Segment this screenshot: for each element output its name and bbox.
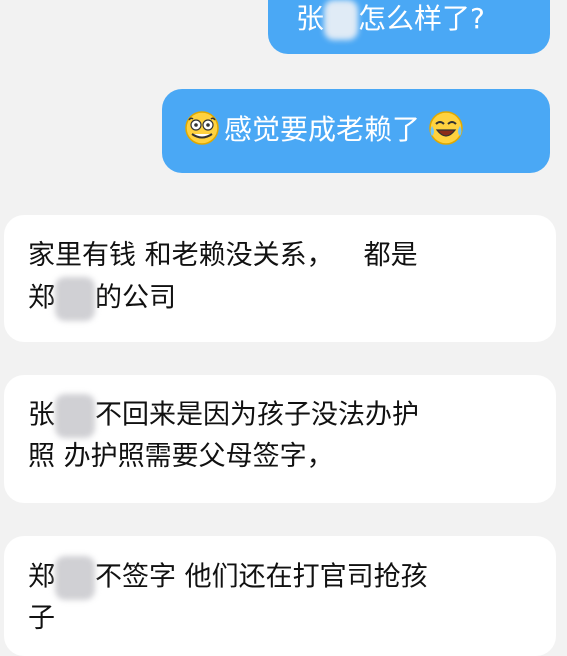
message-text: 郑 [28, 282, 55, 314]
message-text: 张 [28, 399, 55, 431]
message-line: 子 [28, 603, 55, 634]
message-text: 的公司 [95, 282, 176, 314]
message-text: 都是 [363, 240, 418, 271]
message-line: 照 办护照需要父母签字， [28, 441, 334, 472]
message-line: 家里有钱 和老赖没关系， 都是 [28, 235, 556, 277]
outgoing-message-bubble[interactable]: 张怎么样了? [268, 0, 550, 54]
message-line: 张 不回来是因为孩子没法办护 [28, 394, 556, 438]
message-text: 家里有钱 和老赖没关系， [28, 240, 334, 271]
redaction-blur [55, 394, 95, 438]
incoming-message-bubble[interactable]: 张 不回来是因为孩子没法办护 照 办护照需要父母签字， [4, 375, 556, 503]
message-line: 郑 不签字 他们还在打官司抢孩 [28, 556, 556, 600]
squinting-face-emoji-icon [185, 111, 219, 145]
message-text: 张 [296, 2, 325, 35]
incoming-message-bubble[interactable]: 郑 不签字 他们还在打官司抢孩 子 [4, 536, 556, 656]
crying-laughing-emoji-icon [429, 111, 463, 145]
message-text: 郑 [28, 561, 55, 593]
message-line: 感觉要成老赖了 [184, 109, 550, 151]
message-line: 郑 的公司 [28, 277, 556, 321]
message-text: 不回来是因为孩子没法办护 [95, 399, 419, 431]
outgoing-message-bubble[interactable]: 感觉要成老赖了 [162, 89, 550, 173]
chat-area: 张怎么样了? 感觉要成老赖了 家里有钱 和老赖没关系， 都是 郑 的公司 张 不… [0, 0, 567, 656]
message-text: 怎么样了? [358, 2, 485, 35]
redaction-blur [324, 0, 359, 40]
message-line: 张怎么样了? [296, 0, 550, 40]
message-text: 感觉要成老赖了 [224, 113, 421, 146]
message-text: 不签字 他们还在打官司抢孩 [95, 561, 428, 593]
redaction-blur [55, 277, 95, 321]
incoming-message-bubble[interactable]: 家里有钱 和老赖没关系， 都是 郑 的公司 [4, 215, 556, 342]
redaction-blur [55, 556, 95, 600]
